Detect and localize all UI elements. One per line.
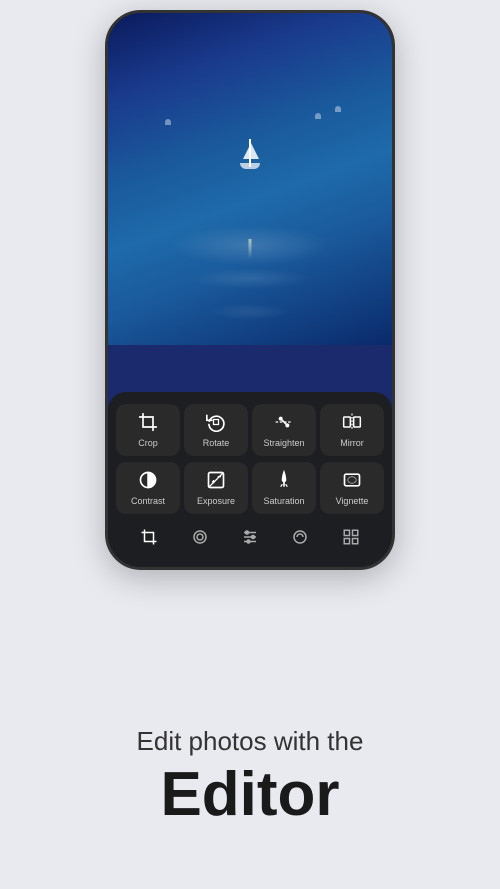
rotate-icon xyxy=(206,412,226,435)
phone-mockup: Crop Rotate xyxy=(105,10,395,570)
boat-hull xyxy=(240,163,260,169)
straighten-tool[interactable]: Straighten xyxy=(252,404,316,456)
small-boat-1 xyxy=(315,113,321,119)
contrast-tool[interactable]: Contrast xyxy=(116,462,180,514)
color-tab[interactable] xyxy=(283,524,317,555)
exposure-tool[interactable]: Exposure xyxy=(184,462,248,514)
exposure-icon xyxy=(206,470,226,493)
tool-grid-row2: Contrast Exposure xyxy=(116,462,384,514)
vignette-tool[interactable]: Vignette xyxy=(320,462,384,514)
water-shimmer xyxy=(108,13,392,345)
boat xyxy=(240,139,260,169)
vignette-icon xyxy=(342,470,362,493)
straighten-label: Straighten xyxy=(263,438,304,448)
mirror-label: Mirror xyxy=(340,438,364,448)
vignette-label: Vignette xyxy=(336,496,369,506)
mirror-tool[interactable]: Mirror xyxy=(320,404,384,456)
crop-icon xyxy=(138,412,158,435)
bottom-tab-bar xyxy=(116,520,384,559)
crop-tool[interactable]: Crop xyxy=(116,404,180,456)
boat-reflection xyxy=(249,239,252,259)
boat-sail xyxy=(243,143,259,159)
contrast-icon xyxy=(138,470,158,493)
main-title: Editor xyxy=(40,761,460,829)
mirror-icon xyxy=(342,412,362,435)
ocean-background xyxy=(108,13,392,345)
saturation-icon xyxy=(274,470,294,493)
filter-tab[interactable] xyxy=(183,524,217,555)
page-container: Crop Rotate xyxy=(0,0,500,889)
rotate-tool[interactable]: Rotate xyxy=(184,404,248,456)
saturation-tool[interactable]: Saturation xyxy=(252,462,316,514)
exposure-label: Exposure xyxy=(197,496,235,506)
text-section: Edit photos with the Editor xyxy=(0,726,500,829)
adjust-tab[interactable] xyxy=(233,524,267,555)
grid-tab[interactable] xyxy=(334,524,368,555)
editor-panel: Crop Rotate xyxy=(108,392,392,567)
contrast-label: Contrast xyxy=(131,496,165,506)
crop-tab[interactable] xyxy=(132,524,166,555)
rotate-label: Rotate xyxy=(203,438,230,448)
straighten-icon xyxy=(274,412,294,435)
tool-grid-row1: Crop Rotate xyxy=(116,404,384,456)
saturation-label: Saturation xyxy=(263,496,304,506)
subtitle: Edit photos with the xyxy=(40,726,460,757)
small-boat-2 xyxy=(335,106,341,112)
phone-screen: Crop Rotate xyxy=(108,13,392,567)
small-boat-3 xyxy=(165,119,171,125)
crop-label: Crop xyxy=(138,438,158,448)
